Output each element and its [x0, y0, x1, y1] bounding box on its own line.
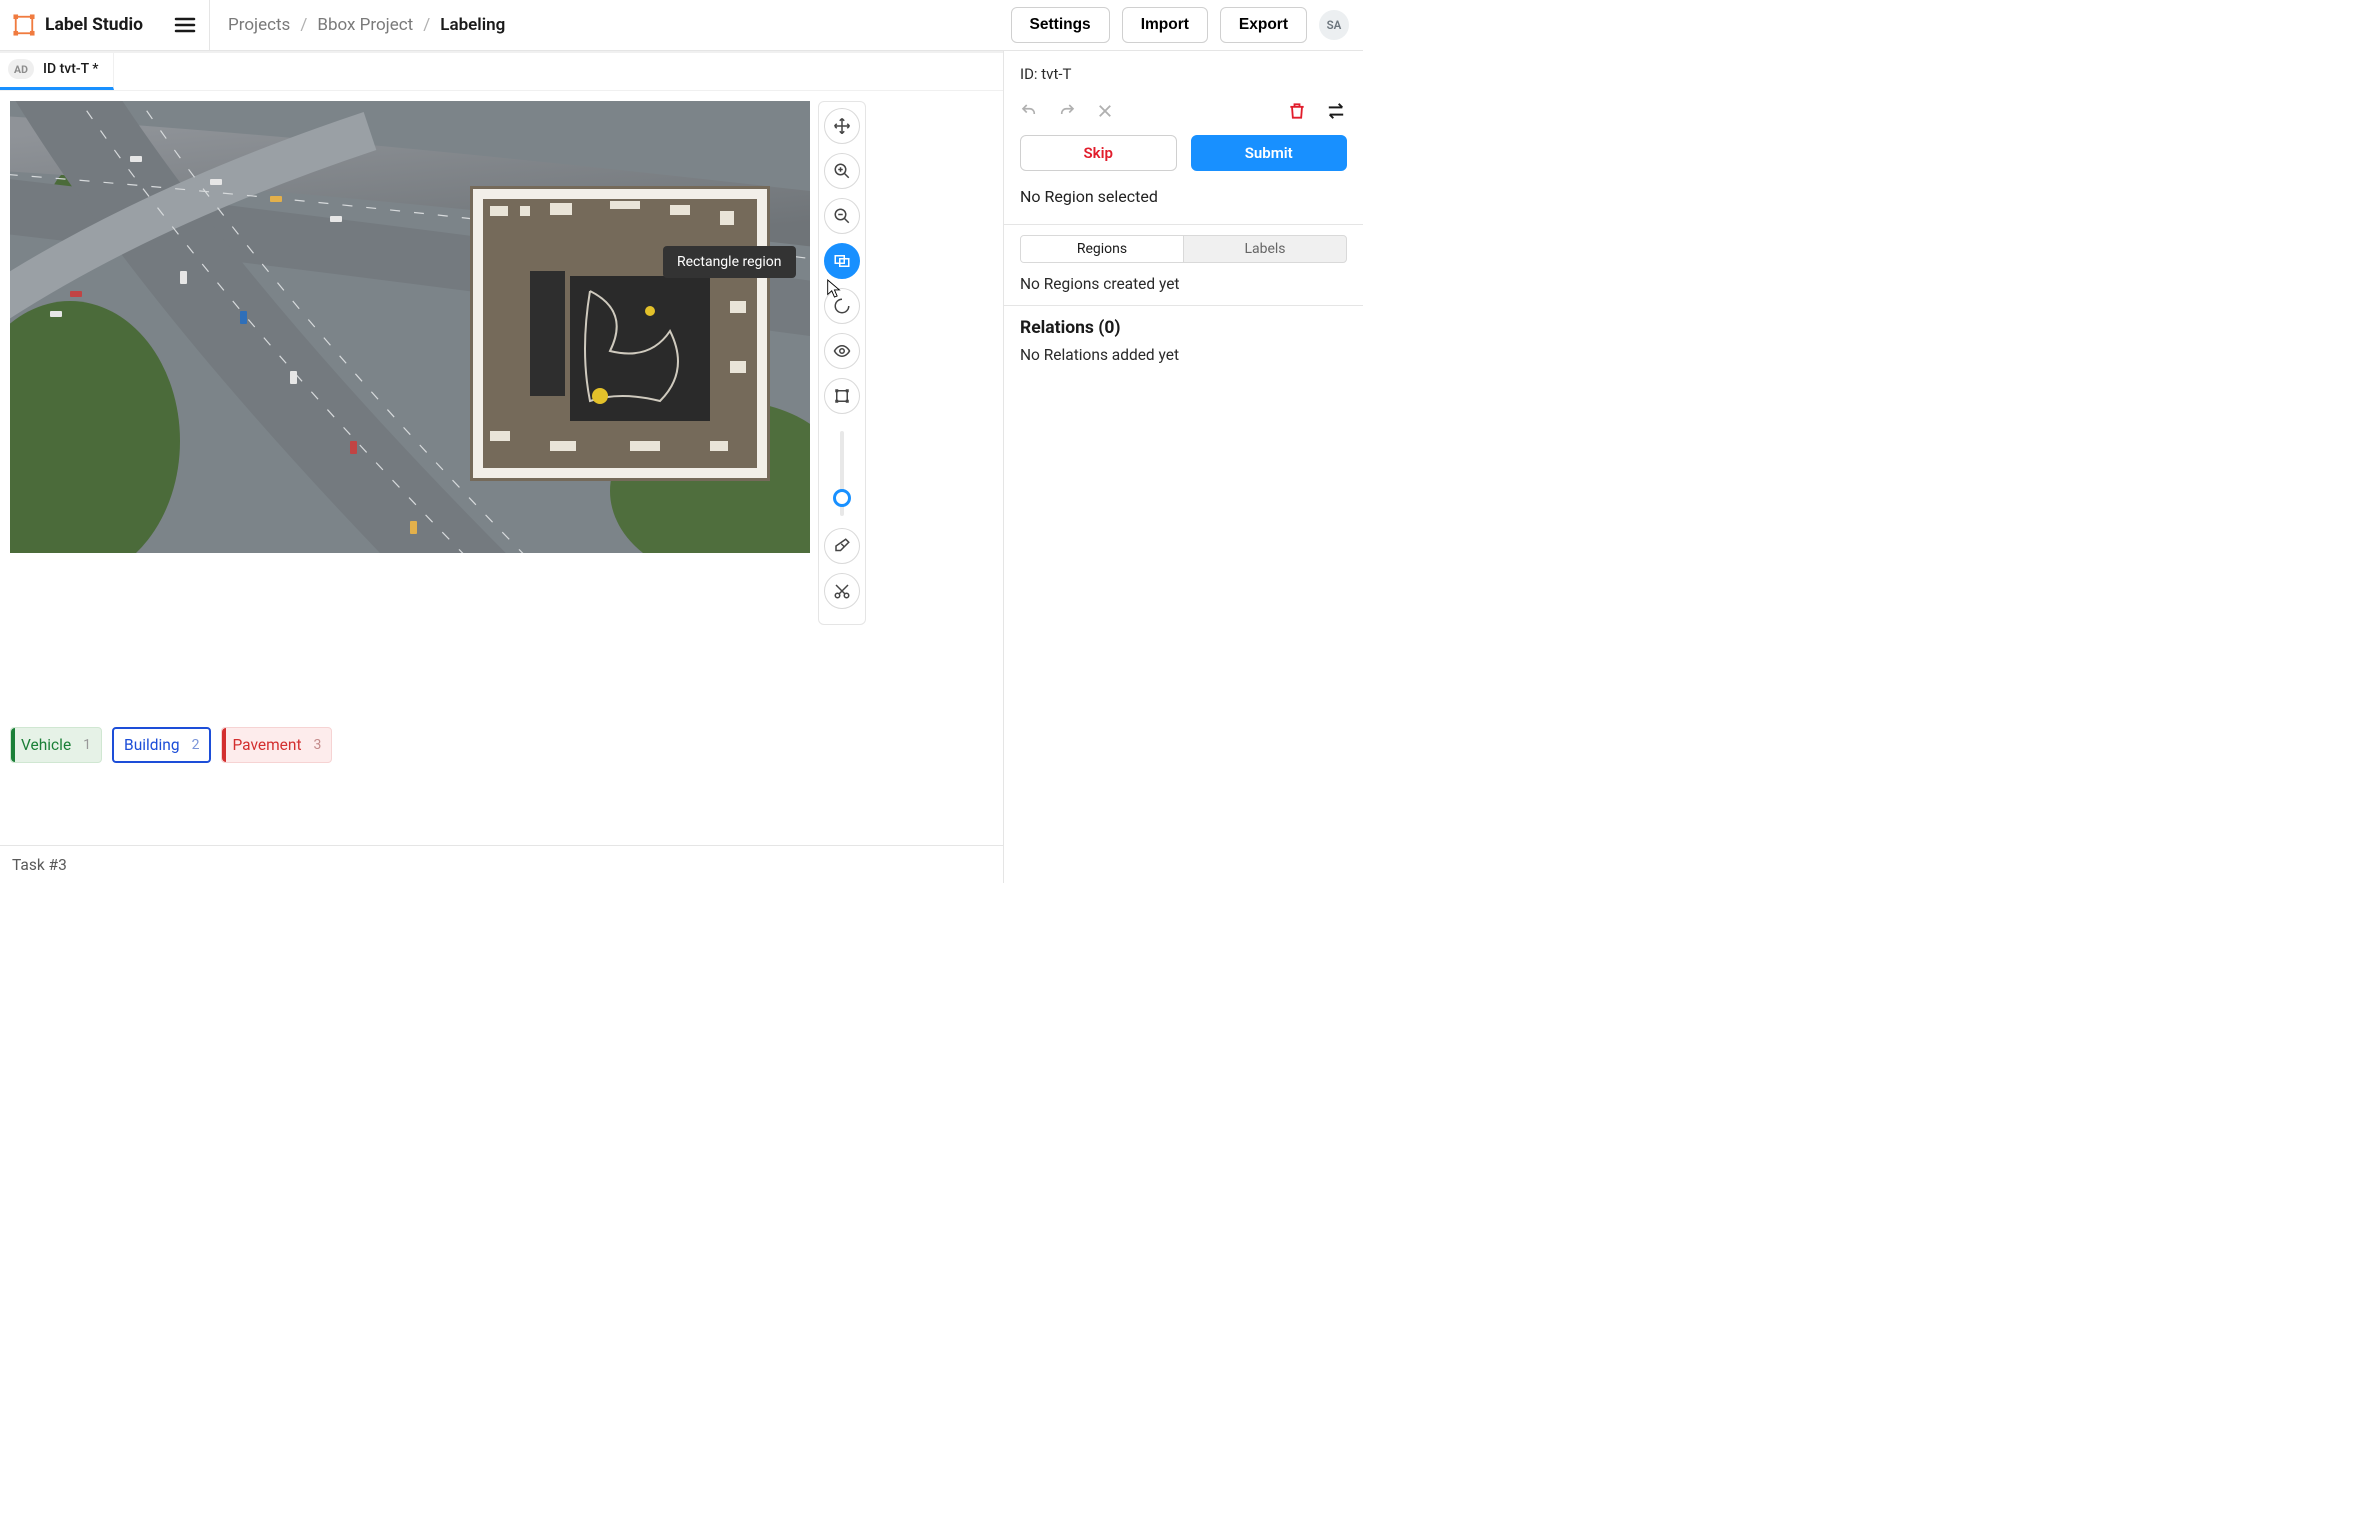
zoom-slider-thumb[interactable]: [833, 489, 851, 507]
label-pavement-hotkey: 3: [314, 737, 322, 753]
label-building-hotkey: 2: [192, 737, 200, 753]
regions-labels-segment: Regions Labels: [1020, 235, 1347, 263]
trash-icon[interactable]: [1287, 101, 1307, 121]
hamburger-block: [160, 0, 210, 50]
top-bar: Label Studio Projects / Bbox Project / L…: [0, 0, 1363, 51]
zoom-out-tool[interactable]: [824, 198, 860, 234]
labels-row: Vehicle 1 Building 2 Pavement 3: [10, 727, 332, 763]
move-tool[interactable]: [824, 108, 860, 144]
side-panel: ID: tvt-T: [1003, 51, 1363, 883]
breadcrumb-current: Labeling: [440, 15, 505, 35]
undo-icon[interactable]: [1020, 102, 1038, 120]
cut-tool[interactable]: [824, 573, 860, 609]
top-actions: Settings Import Export SA: [1011, 7, 1353, 43]
visibility-tool[interactable]: [824, 333, 860, 369]
segment-regions[interactable]: Regions: [1021, 236, 1184, 262]
annotation-badge: AD: [8, 59, 34, 79]
label-vehicle-hotkey: 1: [83, 737, 91, 753]
swap-icon[interactable]: [1325, 102, 1347, 120]
bbox-tool[interactable]: [824, 378, 860, 414]
aerial-image[interactable]: [10, 101, 810, 553]
breadcrumb-projects[interactable]: Projects: [228, 15, 290, 35]
eraser-tool[interactable]: [824, 528, 860, 564]
zoom-slider[interactable]: [840, 431, 844, 516]
loading-tool[interactable]: [824, 288, 860, 324]
footer-task: Task #3: [0, 845, 1003, 883]
label-building[interactable]: Building 2: [112, 727, 211, 763]
skip-button[interactable]: Skip: [1020, 135, 1177, 171]
breadcrumb-separator: /: [300, 15, 307, 35]
label-vehicle[interactable]: Vehicle 1: [10, 727, 102, 763]
app-name: Label Studio: [45, 15, 143, 35]
canvas-area: Rectangle region Vehicle 1 Building 2: [0, 91, 1003, 883]
redo-icon[interactable]: [1058, 102, 1076, 120]
relations-heading: Relations (0): [1004, 306, 1363, 346]
breadcrumb-separator: /: [423, 15, 430, 35]
logo-icon: [13, 14, 35, 36]
breadcrumbs: Projects / Bbox Project / Labeling: [210, 15, 1011, 35]
user-avatar[interactable]: SA: [1319, 10, 1349, 40]
label-building-name: Building: [124, 736, 180, 754]
task-tab-row: AD ID tvt-T *: [0, 53, 1003, 91]
task-id-label: ID: tvt-T: [1020, 65, 1347, 83]
submit-button[interactable]: Submit: [1191, 135, 1348, 171]
task-tab[interactable]: AD ID tvt-T *: [0, 51, 114, 90]
import-button[interactable]: Import: [1122, 7, 1208, 43]
breadcrumb-project-name[interactable]: Bbox Project: [317, 15, 413, 35]
no-relations-text: No Relations added yet: [1004, 346, 1363, 376]
hamburger-icon[interactable]: [173, 13, 197, 37]
export-button[interactable]: Export: [1220, 7, 1307, 43]
label-pavement[interactable]: Pavement 3: [221, 727, 332, 763]
segment-labels[interactable]: Labels: [1184, 236, 1346, 262]
no-regions-text: No Regions created yet: [1004, 271, 1363, 305]
no-region-selected-label: No Region selected: [1020, 187, 1347, 206]
tool-column: [818, 101, 866, 625]
settings-button[interactable]: Settings: [1011, 7, 1110, 43]
label-vehicle-name: Vehicle: [21, 736, 71, 754]
label-pavement-name: Pavement: [232, 736, 301, 754]
zoom-in-tool[interactable]: [824, 153, 860, 189]
logo-block[interactable]: Label Studio: [10, 14, 160, 36]
rectangle-tool[interactable]: [824, 243, 860, 279]
workspace: AD ID tvt-T *: [0, 51, 1003, 883]
task-tab-label: ID tvt-T *: [43, 61, 99, 77]
close-icon[interactable]: [1096, 102, 1114, 120]
task-number-label: Task #3: [12, 856, 67, 874]
